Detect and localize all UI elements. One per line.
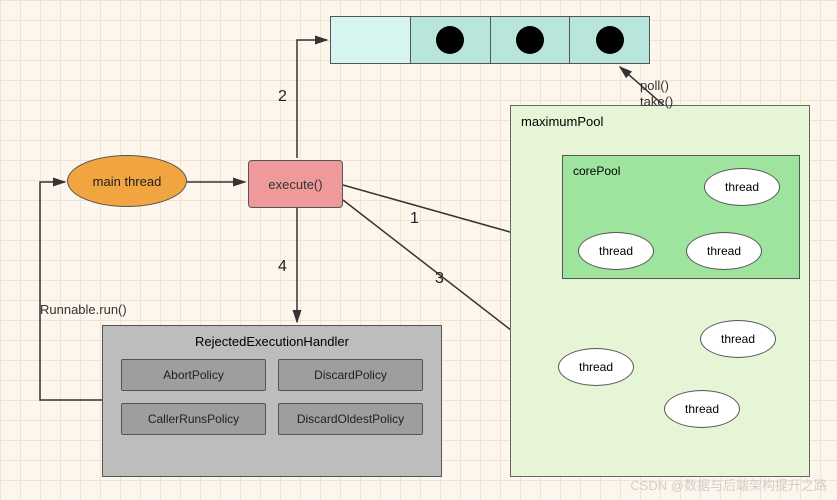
queue-slot-filled: [411, 17, 491, 63]
discard-oldest-policy: DiscardOldestPolicy: [278, 403, 423, 435]
rejected-handler-title: RejectedExecutionHandler: [103, 334, 441, 349]
queue-slot-filled: [491, 17, 571, 63]
main-thread-node: main thread: [67, 155, 187, 207]
arrow-num-4: 4: [278, 258, 287, 276]
execute-node: execute(): [248, 160, 343, 208]
thread-max-2: thread: [700, 320, 776, 358]
arrow-num-3: 3: [435, 270, 444, 288]
thread-max-3: thread: [664, 390, 740, 428]
discard-policy: DiscardPolicy: [278, 359, 423, 391]
task-dot: [436, 26, 464, 54]
policy-grid: AbortPolicy DiscardPolicy CallerRunsPoli…: [103, 349, 441, 445]
rejected-execution-handler-box: RejectedExecutionHandler AbortPolicy Dis…: [102, 325, 442, 477]
maximum-pool-label: maximumPool: [521, 114, 603, 129]
queue-slot-filled: [570, 17, 649, 63]
arrow-num-1: 1: [410, 210, 419, 228]
core-pool-label: corePool: [573, 164, 620, 178]
task-queue: [330, 16, 650, 64]
abort-policy: AbortPolicy: [121, 359, 266, 391]
runnable-run-label: Runnable.run(): [40, 302, 127, 317]
thread-core-3: thread: [686, 232, 762, 270]
queue-slot-empty: [331, 17, 411, 63]
watermark: CSDN @数据与后端架构提升之路: [630, 475, 827, 494]
caller-runs-policy: CallerRunsPolicy: [121, 403, 266, 435]
task-dot: [516, 26, 544, 54]
arrow-num-2: 2: [278, 88, 287, 106]
task-dot: [596, 26, 624, 54]
thread-max-1: thread: [558, 348, 634, 386]
poll-label: poll(): [640, 78, 669, 93]
thread-core-2: thread: [704, 168, 780, 206]
thread-core-1: thread: [578, 232, 654, 270]
take-label: take(): [640, 94, 673, 109]
